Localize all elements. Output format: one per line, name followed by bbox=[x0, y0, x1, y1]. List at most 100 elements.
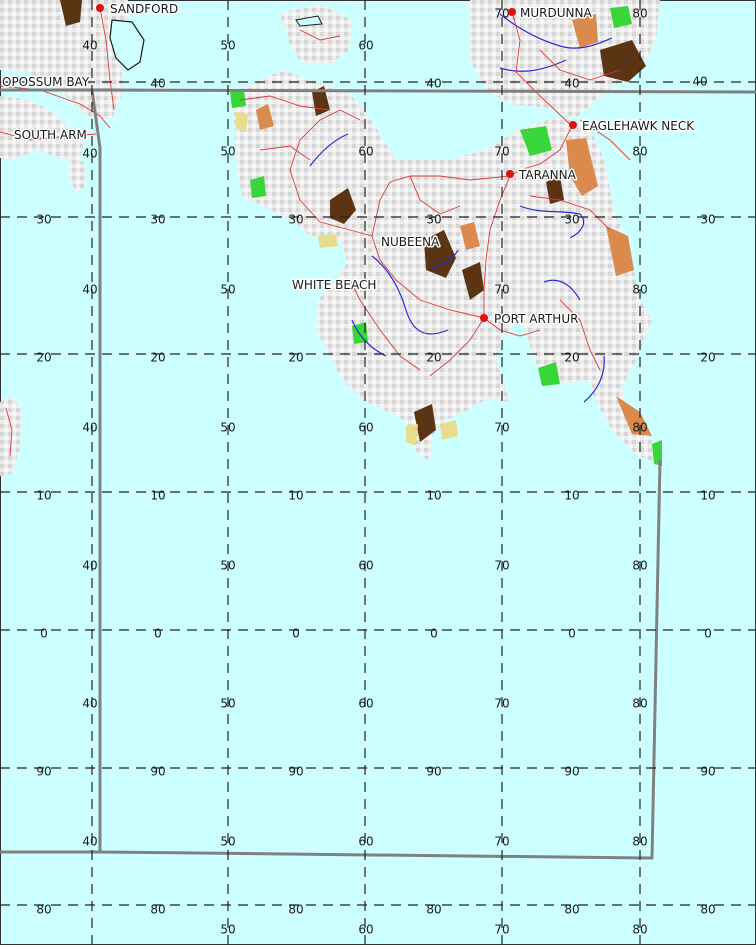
grid-label-r14-a: 80 bbox=[36, 903, 51, 917]
grid-label-r10-c: 0 bbox=[292, 627, 300, 641]
grid-label-r14-c: 80 bbox=[288, 903, 303, 917]
grid-label-r9-a: 40 bbox=[82, 559, 97, 573]
grid-label-r6-d: 20 bbox=[426, 351, 441, 365]
grass-green-2 bbox=[230, 90, 246, 108]
grid-label-r10-f: 0 bbox=[704, 627, 712, 641]
grid-label-r1-c: 60 bbox=[358, 39, 373, 53]
grid-label-r3-b: 50 bbox=[220, 145, 235, 159]
place-label: MURDUNNA bbox=[520, 6, 592, 20]
grid-label-r14-f: 80 bbox=[700, 903, 715, 917]
town-marker-icon bbox=[480, 314, 488, 322]
place-label: TARANNA bbox=[518, 168, 577, 182]
grid-label-r2-c: 40 bbox=[564, 77, 579, 91]
place-murdunna[interactable]: MURDUNNA bbox=[508, 5, 594, 22]
grid-label-r10-d: 0 bbox=[430, 627, 438, 641]
grid-label-r6-f: 20 bbox=[700, 351, 715, 365]
grid-label-r8-a: 10 bbox=[36, 489, 51, 503]
grid-label-r6-b: 20 bbox=[150, 351, 165, 365]
grid-label-r14-e: 80 bbox=[564, 903, 579, 917]
grid-label-r4-f: 30 bbox=[700, 213, 715, 227]
grid-label-r4-b: 30 bbox=[150, 213, 165, 227]
place-label: SANDFORD bbox=[110, 2, 178, 16]
place-south-arm[interactable]: SOUTH ARM bbox=[13, 127, 89, 144]
grid-label-r4-a: 30 bbox=[36, 213, 51, 227]
grid-label-r9-d: 70 bbox=[494, 559, 509, 573]
grid-label-r7-a: 40 bbox=[82, 421, 97, 435]
grid-label-r13-a: 40 bbox=[82, 835, 97, 849]
grid-label-r5-b: 50 bbox=[220, 283, 235, 297]
grid-label-r14-d: 80 bbox=[426, 903, 441, 917]
grid-label-r12-c: 90 bbox=[288, 765, 303, 779]
grid-label-r13-c: 60 bbox=[358, 835, 373, 849]
grid-label-r12-a: 90 bbox=[36, 765, 51, 779]
grid-label-r7-c: 60 bbox=[358, 421, 373, 435]
grid-label-r3-a: 40 bbox=[82, 147, 97, 161]
grid-label-r9-c: 60 bbox=[358, 559, 373, 573]
place-label: WHITE BEACH bbox=[292, 278, 376, 292]
grid-label-r13-d: 70 bbox=[494, 835, 509, 849]
grid-label-r1-a: 40 bbox=[82, 39, 97, 53]
grid-label-r12-b: 90 bbox=[150, 765, 165, 779]
town-marker-icon bbox=[96, 4, 104, 12]
grid-label-r13-e: 80 bbox=[632, 835, 647, 849]
grid-label-r2-a: 40 bbox=[150, 77, 165, 91]
grid-label-r10-b: 0 bbox=[154, 627, 162, 641]
grid-label-r12-f: 90 bbox=[700, 765, 715, 779]
grid-label-r2-b: 40 bbox=[426, 77, 441, 91]
grid-label-r8-b: 10 bbox=[150, 489, 165, 503]
grid-label-r8-f: 10 bbox=[700, 489, 715, 503]
grid-label-r7-e: 80 bbox=[632, 421, 647, 435]
town-marker-icon bbox=[506, 170, 514, 178]
grid-label-r2-d: 40 bbox=[692, 75, 707, 89]
grid-label-r1-e: 80 bbox=[632, 7, 647, 21]
grid-label-r13-b: 50 bbox=[220, 835, 235, 849]
grid-label-r11-a: 40 bbox=[82, 697, 97, 711]
grid-label-r10-e: 0 bbox=[568, 627, 576, 641]
grid-label-r14-b: 80 bbox=[150, 903, 165, 917]
place-nubeena[interactable]: NUBEENA bbox=[380, 234, 442, 251]
grid-label-r6-e: 20 bbox=[564, 351, 579, 365]
place-label: NUBEENA bbox=[381, 235, 440, 249]
sand-2 bbox=[406, 424, 418, 446]
place-label: PORT ARTHUR bbox=[494, 312, 578, 326]
grid-label-r1-d: 70 bbox=[494, 7, 509, 21]
place-label: EAGLEHAWK NECK bbox=[582, 119, 695, 133]
place-eaglehawk-neck[interactable]: EAGLEHAWK NECK bbox=[569, 118, 697, 135]
grid-label-r4-e: 30 bbox=[564, 213, 579, 227]
grid-label-r6-a: 20 bbox=[36, 351, 51, 365]
grid-label-r5-a: 40 bbox=[82, 283, 97, 297]
place-label: OPOSSUM BAY bbox=[2, 75, 90, 89]
sand-1 bbox=[318, 234, 338, 248]
grid-label-r8-d: 10 bbox=[426, 489, 441, 503]
grid-label-r7-b: 50 bbox=[220, 421, 235, 435]
grid-label-r15-b: 60 bbox=[358, 923, 373, 937]
grid-label-r7-d: 70 bbox=[494, 421, 509, 435]
grid-label-r4-c: 30 bbox=[288, 213, 303, 227]
grid-label-r6-c: 20 bbox=[288, 351, 303, 365]
grid-label-r9-e: 80 bbox=[632, 559, 647, 573]
place-port-arthur[interactable]: PORT ARTHUR bbox=[480, 311, 580, 328]
town-marker-icon bbox=[569, 121, 577, 129]
grid-label-r8-e: 10 bbox=[564, 489, 579, 503]
grid-label-r10-a: 0 bbox=[40, 627, 48, 641]
grid-label-r5-d: 80 bbox=[632, 283, 647, 297]
place-opossum-bay[interactable]: OPOSSUM BAY bbox=[1, 74, 92, 91]
grid-label-r11-b: 50 bbox=[220, 697, 235, 711]
town-marker-icon bbox=[508, 8, 516, 16]
grid-label-r3-d: 70 bbox=[494, 145, 509, 159]
place-white-beach[interactable]: WHITE BEACH bbox=[291, 277, 378, 294]
grid-label-r3-c: 60 bbox=[358, 145, 373, 159]
grid-label-r15-d: 80 bbox=[632, 923, 647, 937]
grid-label-r4-d: 30 bbox=[426, 213, 441, 227]
grid-label-r12-e: 90 bbox=[564, 765, 579, 779]
grid-label-r9-b: 50 bbox=[220, 559, 235, 573]
map-canvas[interactable]: 40 50 60 70 80 40 40 40 40 40 50 60 70 80 30 30 30 30 30 30… bbox=[0, 0, 756, 946]
grid-label-r15-a: 50 bbox=[220, 923, 235, 937]
topographic-map[interactable]: 40 50 60 70 80 40 40 40 40 40 50 60 70 80 30 30 30 30 30 30… bbox=[0, 0, 756, 946]
grid-label-r11-e: 80 bbox=[632, 697, 647, 711]
grid-label-r3-e: 80 bbox=[632, 145, 647, 159]
grid-label-r15-c: 70 bbox=[494, 923, 509, 937]
grid-label-r5-c: 70 bbox=[494, 283, 509, 297]
grid-label-r11-d: 70 bbox=[494, 697, 509, 711]
place-label: SOUTH ARM bbox=[14, 128, 87, 142]
